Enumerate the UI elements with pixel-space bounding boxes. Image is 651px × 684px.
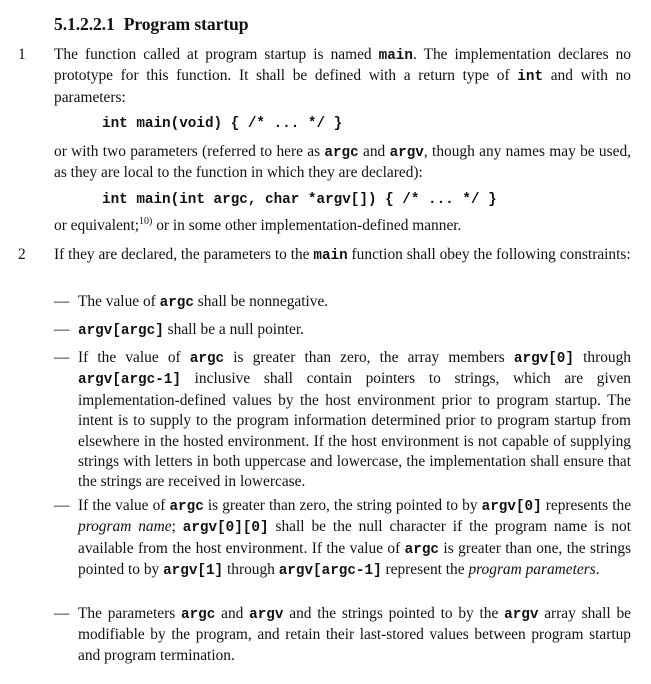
code-argv: argv	[249, 607, 284, 623]
paragraph-1-continued: or with two parameters (referred to here…	[54, 142, 631, 184]
paragraph-1-end: or equivalent;10) or in some other imple…	[54, 216, 631, 236]
code-int: int	[517, 69, 544, 86]
em-dash-bullet: —	[54, 349, 70, 366]
constraint-text: The parameters argc and argv and the str…	[78, 604, 631, 666]
constraint-item: — If the value of argc is greater than z…	[54, 348, 631, 493]
text: and	[358, 143, 390, 160]
constraint-item: — The parameters argc and argv and the s…	[54, 604, 631, 666]
code-argv-1: argv[1]	[163, 563, 224, 580]
paragraph-1-intro: The function called at program startup i…	[54, 45, 631, 108]
constraint-item: — If the value of argc is greater than z…	[54, 496, 631, 582]
em-dash-bullet: —	[54, 293, 70, 310]
code-argv-0: argv[0]	[513, 351, 574, 367]
constraint-item: — argv[argc] shall be a null pointer.	[54, 320, 631, 341]
footnote-reference[interactable]: 10)	[139, 216, 152, 227]
code-argc: argc	[169, 499, 204, 515]
em-dash-bullet: —	[54, 321, 70, 338]
code-argc: argc	[181, 607, 216, 623]
em-dash-bullet: —	[54, 497, 70, 514]
text: If the value of	[78, 349, 190, 366]
text: and the strings pointed to by the	[283, 605, 505, 622]
section-number: 5.1.2.2.1	[54, 14, 115, 34]
term-program-parameters: program parameters	[468, 561, 596, 579]
text: represent the	[381, 561, 469, 579]
text: ;	[171, 518, 183, 536]
code-argv-0-0: argv[0][0]	[182, 520, 269, 537]
constraint-text: The value of argc shall be nonnegative.	[78, 292, 631, 313]
text: The parameters	[78, 605, 181, 622]
paragraph-number: 2	[18, 246, 26, 263]
code-argv-argc: argv[argc]	[78, 323, 164, 339]
text: function shall obey the following constr…	[347, 246, 631, 263]
constraint-text: argv[argc] shall be a null pointer.	[78, 320, 631, 341]
code-argv: argv	[504, 607, 539, 623]
code-main: main	[313, 248, 348, 264]
code-argc: argc	[324, 145, 359, 161]
section-heading: 5.1.2.2.1 Program startup	[54, 14, 249, 34]
code-argv-argc-minus-1: argv[argc-1]	[278, 563, 382, 580]
constraint-item: — The value of argc shall be nonnegative…	[54, 292, 631, 313]
text: The value of	[78, 293, 160, 310]
constraint-text: If the value of argc is greater than zer…	[78, 348, 631, 493]
text: shall be a null pointer.	[163, 321, 304, 338]
paragraph-number: 1	[18, 46, 26, 63]
code-example-main-argc-argv: int main(int argc, char *argv[]) { /* ..…	[102, 192, 497, 208]
text: through	[573, 349, 631, 366]
code-example-main-void: int main(void) { /* ... */ }	[102, 116, 343, 132]
text: .	[595, 561, 600, 579]
text: inclusive shall contain pointers to stri…	[78, 370, 631, 491]
text: is greater than zero, the string pointed…	[203, 497, 482, 514]
text: through	[223, 561, 279, 579]
text: and	[215, 605, 250, 622]
paragraph-2: If they are declared, the parameters to …	[54, 245, 631, 266]
code-argc: argc	[404, 541, 439, 558]
text: If the value of	[78, 497, 170, 514]
code-argv-0: argv[0]	[481, 499, 542, 515]
text: The function called at program startup i…	[54, 46, 379, 63]
code-argv: argv	[389, 145, 424, 161]
text: or equivalent;	[54, 217, 140, 234]
text: or with two parameters (referred to here…	[54, 143, 325, 160]
section-title: Program startup	[123, 14, 249, 34]
text: shall be nonnegative.	[193, 293, 329, 310]
text: If they are declared, the parameters to …	[54, 246, 314, 263]
text: represents the	[541, 497, 632, 514]
term-program-name: program name	[78, 518, 172, 536]
text: or in some other implementation-defined …	[152, 217, 462, 234]
code-argc: argc	[159, 295, 194, 311]
code-argc: argc	[189, 351, 225, 367]
em-dash-bullet: —	[54, 605, 70, 622]
constraint-text: If the value of argc is greater than zer…	[78, 496, 631, 582]
code-argv-argc-minus-1: argv[argc-1]	[78, 372, 181, 389]
text: is greater than zero, the array members	[224, 349, 514, 366]
code-main: main	[378, 48, 413, 64]
